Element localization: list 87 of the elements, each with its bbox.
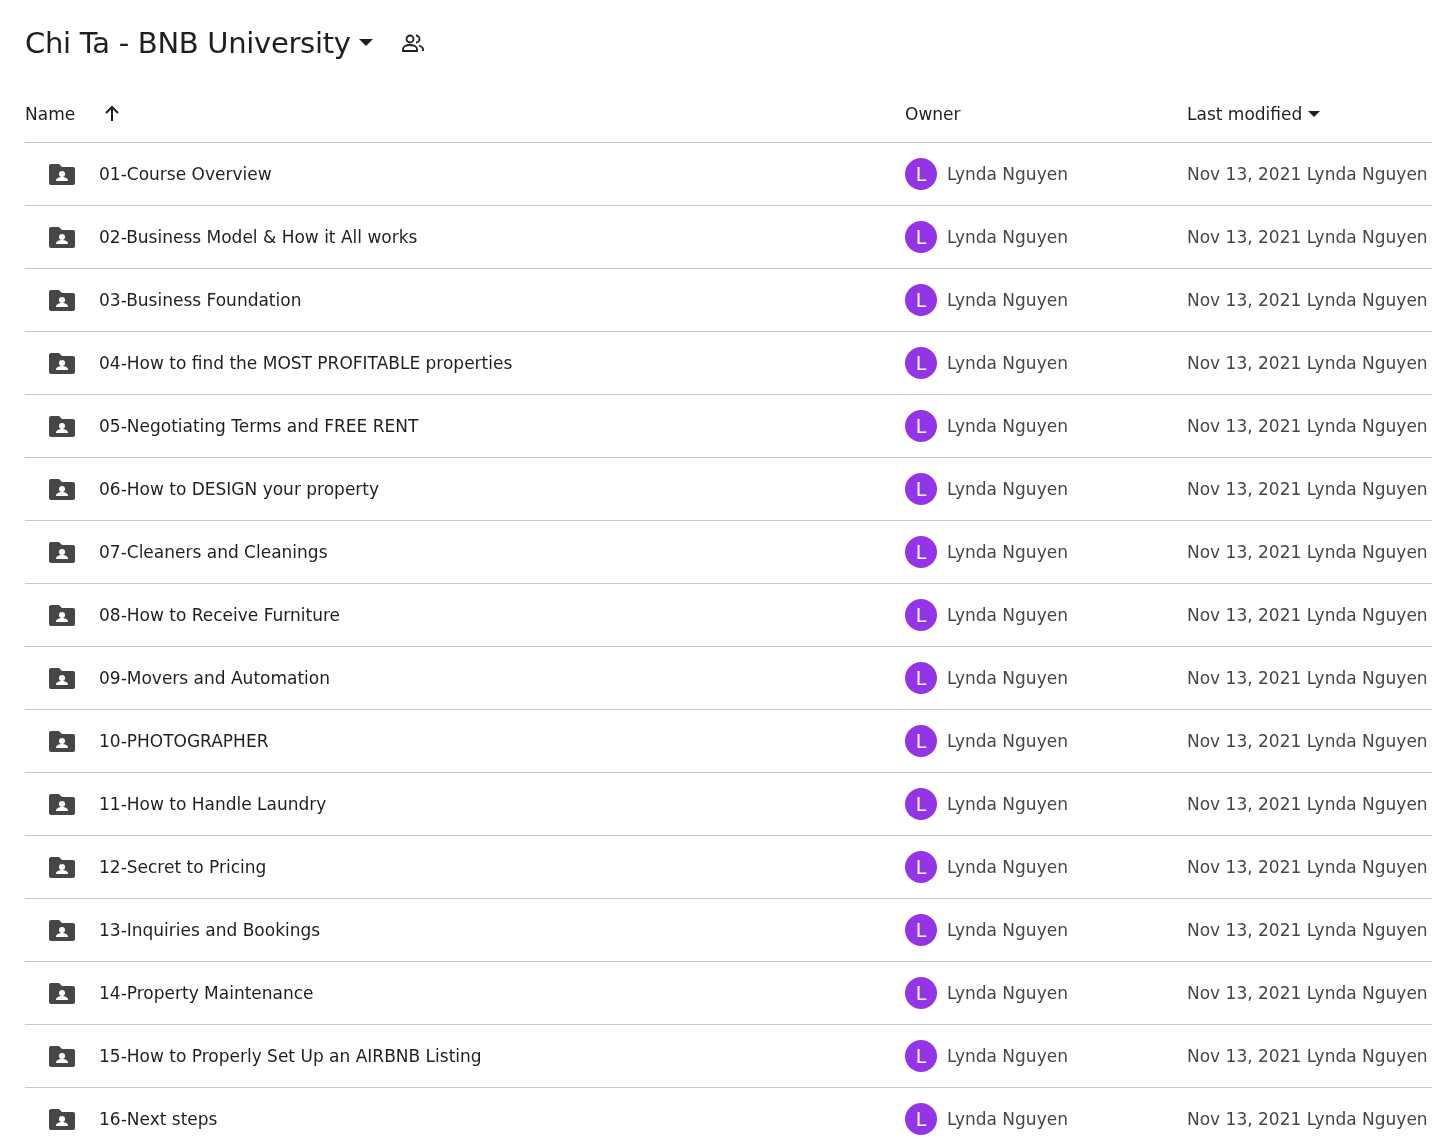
owner-name: Lynda Nguyen: [947, 164, 1068, 184]
owner-name: Lynda Nguyen: [947, 353, 1068, 373]
shared-folder-icon: [49, 163, 75, 185]
shared-folder-icon: [49, 919, 75, 941]
folder-name[interactable]: 10-PHOTOGRAPHER: [99, 731, 269, 751]
folder-name[interactable]: 11-How to Handle Laundry: [99, 794, 327, 814]
folder-name[interactable]: 06-How to DESIGN your property: [99, 479, 380, 499]
owner-name: Lynda Nguyen: [947, 983, 1068, 1003]
last-modified-text: Nov 13, 2021 Lynda Nguyen: [1187, 1109, 1428, 1129]
last-modified-text: Nov 13, 2021 Lynda Nguyen: [1187, 605, 1428, 625]
folder-title-menu[interactable]: Chi Ta - BNB University: [25, 25, 373, 60]
folder-name[interactable]: 02-Business Model & How it All works: [99, 227, 418, 247]
owner-name: Lynda Nguyen: [947, 416, 1068, 436]
owner-avatar: L: [905, 1103, 937, 1135]
owner-avatar: L: [905, 473, 937, 505]
last-modified-text: Nov 13, 2021 Lynda Nguyen: [1187, 794, 1428, 814]
shared-folder-icon: [49, 289, 75, 311]
folder-name[interactable]: 01-Course Overview: [99, 164, 272, 184]
owner-avatar: L: [905, 158, 937, 190]
last-modified-text: Nov 13, 2021 Lynda Nguyen: [1187, 164, 1428, 184]
last-modified-text: Nov 13, 2021 Lynda Nguyen: [1187, 416, 1428, 436]
last-modified-text: Nov 13, 2021 Lynda Nguyen: [1187, 479, 1428, 499]
owner-name: Lynda Nguyen: [947, 290, 1068, 310]
shared-folder-icon: [49, 730, 75, 752]
last-modified-text: Nov 13, 2021 Lynda Nguyen: [1187, 668, 1428, 688]
people-icon[interactable]: [400, 32, 425, 53]
owner-name: Lynda Nguyen: [947, 857, 1068, 877]
last-modified-text: Nov 13, 2021 Lynda Nguyen: [1187, 290, 1428, 310]
last-modified-text: Nov 13, 2021 Lynda Nguyen: [1187, 920, 1428, 940]
shared-folder-icon: [49, 478, 75, 500]
owner-avatar: L: [905, 725, 937, 757]
caret-down-icon: [358, 39, 373, 46]
owner-name: Lynda Nguyen: [947, 479, 1068, 499]
folder-name[interactable]: 07-Cleaners and Cleanings: [99, 542, 328, 562]
shared-folder-icon: [49, 541, 75, 563]
owner-name: Lynda Nguyen: [947, 920, 1068, 940]
last-modified-text: Nov 13, 2021 Lynda Nguyen: [1187, 857, 1428, 877]
folder-name[interactable]: 13-Inquiries and Bookings: [99, 920, 321, 940]
last-modified-text: Nov 13, 2021 Lynda Nguyen: [1187, 731, 1428, 751]
last-modified-text: Nov 13, 2021 Lynda Nguyen: [1187, 542, 1428, 562]
owner-name: Lynda Nguyen: [947, 1109, 1068, 1129]
owner-avatar: L: [905, 284, 937, 316]
shared-folder-icon: [49, 604, 75, 626]
owner-avatar: L: [905, 221, 937, 253]
shared-folder-icon: [49, 1108, 75, 1130]
last-modified-text: Nov 13, 2021 Lynda Nguyen: [1187, 1046, 1428, 1066]
caret-down-icon: [1308, 110, 1321, 117]
owner-avatar: L: [905, 599, 937, 631]
folder-name[interactable]: 15-How to Properly Set Up an AIRBNB Listing: [99, 1046, 482, 1066]
owner-name: Lynda Nguyen: [947, 605, 1068, 625]
column-header[interactable]: Owner: [905, 103, 961, 124]
column-header[interactable]: Last modified: [1187, 103, 1321, 124]
owner-avatar: L: [905, 410, 937, 442]
owner-avatar: L: [905, 977, 937, 1009]
folder-name[interactable]: 12-Secret to Pricing: [99, 857, 267, 877]
shared-folder-icon: [49, 793, 75, 815]
owner-name: Lynda Nguyen: [947, 542, 1068, 562]
shared-folder-icon: [49, 982, 75, 1004]
folder-name[interactable]: 04-How to find the MOST PROFITABLE properties: [99, 353, 513, 373]
shared-folder-icon: [49, 667, 75, 689]
folder-name[interactable]: 05-Negotiating Terms and FREE RENT: [99, 416, 419, 436]
shared-folder-icon: [49, 226, 75, 248]
folder-name[interactable]: 16-Next steps: [99, 1109, 218, 1129]
owner-avatar: L: [905, 851, 937, 883]
column-header[interactable]: Name: [25, 103, 76, 124]
owner-avatar: L: [905, 788, 937, 820]
owner-avatar: L: [905, 662, 937, 694]
owner-name: Lynda Nguyen: [947, 1046, 1068, 1066]
owner-name: Lynda Nguyen: [947, 668, 1068, 688]
last-modified-text: Nov 13, 2021 Lynda Nguyen: [1187, 227, 1428, 247]
owner-avatar: L: [905, 347, 937, 379]
shared-folder-icon: [49, 352, 75, 374]
folder-name[interactable]: 09-Movers and Automation: [99, 668, 330, 688]
owner-avatar: L: [905, 1040, 937, 1072]
last-modified-text: Nov 13, 2021 Lynda Nguyen: [1187, 983, 1428, 1003]
folder-name[interactable]: 14-Property Maintenance: [99, 983, 314, 1003]
owner-name: Lynda Nguyen: [947, 794, 1068, 814]
folder-name[interactable]: 08-How to Receive Furniture: [99, 605, 340, 625]
owner-avatar: L: [905, 914, 937, 946]
shared-folder-icon: [49, 856, 75, 878]
shared-folder-icon: [49, 415, 75, 437]
last-modified-text: Nov 13, 2021 Lynda Nguyen: [1187, 353, 1428, 373]
owner-name: Lynda Nguyen: [947, 731, 1068, 751]
shared-folder-icon: [49, 1045, 75, 1067]
folder-name[interactable]: 03-Business Foundation: [99, 290, 302, 310]
owner-name: Lynda Nguyen: [947, 227, 1068, 247]
owner-avatar: L: [905, 536, 937, 568]
